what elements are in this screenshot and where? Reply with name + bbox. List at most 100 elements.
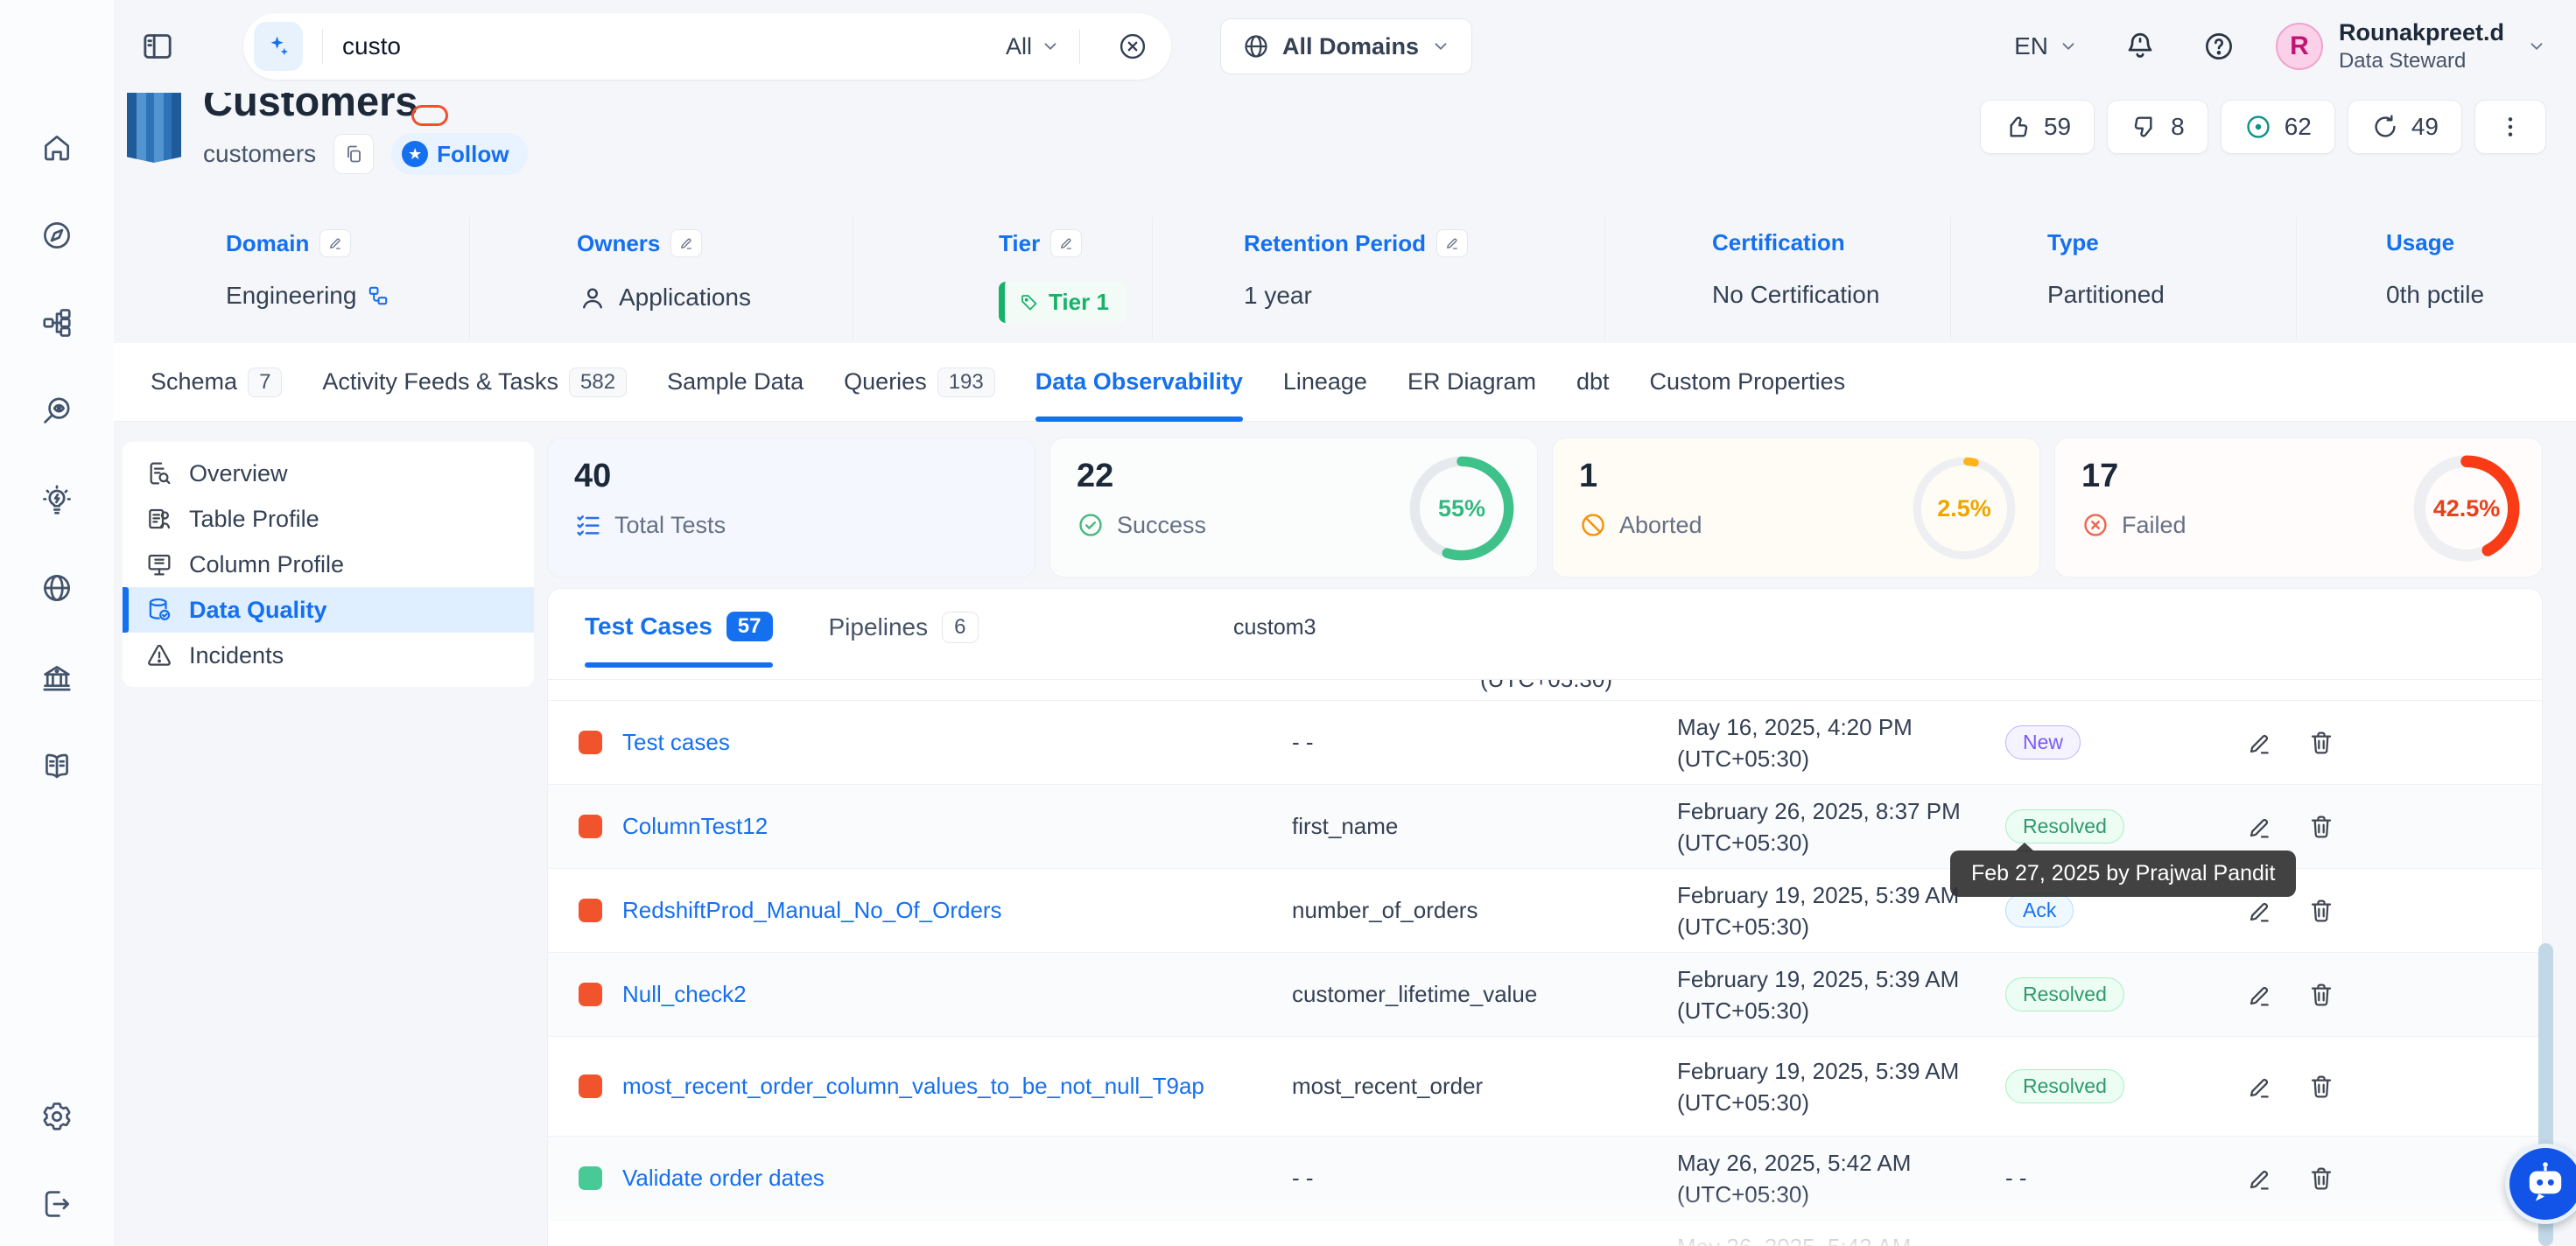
versions-button[interactable]: 49 [2348,100,2462,154]
search-input[interactable] [342,32,1006,60]
views-button[interactable]: 62 [2221,100,2335,154]
table-row[interactable]: number_of_orders_column_values_to_be_ nu… [548,1221,2542,1246]
entity-tab-bar: Schema7 Activity Feeds & Tasks582 Sample… [114,343,2576,422]
tab-sample-data[interactable]: Sample Data [667,343,804,422]
delete-icon[interactable] [2307,813,2335,841]
table-row[interactable]: Null_check2 customer_lifetime_value Febr… [548,953,2542,1037]
test-case-link[interactable]: ColumnTest12 [622,811,1235,842]
x-circle-icon [2081,511,2109,539]
metadata-certification: Certification No Certification [1604,217,1950,340]
redshift-table-icon [127,80,181,163]
table-row[interactable]: Validate order dates - - May 26, 2025, 5… [548,1137,2542,1221]
status-badge: Ack [2005,893,2074,928]
test-case-link[interactable]: Test cases [622,727,1235,758]
data-quality-db-check-icon [145,596,173,624]
logout-icon[interactable] [40,1187,74,1221]
language-dropdown[interactable]: EN [2014,32,2078,60]
test-case-link[interactable]: most_recent_order_column_values_to_be_no… [622,1071,1235,1102]
edit-icon[interactable] [1050,229,1082,257]
subnav-data-quality[interactable]: Data Quality [123,587,534,633]
delete-icon[interactable] [2307,897,2335,925]
user-menu[interactable]: Rounakpreet.d Data Steward [2339,18,2504,74]
explore-compass-icon[interactable] [40,219,74,252]
status-badge: Resolved [2005,809,2124,844]
more-menu-button[interactable] [2474,100,2546,154]
success-donut: 55% [1407,454,1516,563]
test-summary-cards: 40 Total Tests 22 Success 55% 1 Aborted … [547,438,2543,578]
glossary-book-icon[interactable] [40,749,74,782]
edit-icon[interactable] [2246,813,2274,841]
edit-icon[interactable] [670,229,702,257]
domains-filter-dropdown[interactable]: All Domains [1220,18,1472,74]
status-badge: - - [2005,1165,2027,1192]
test-case-link[interactable]: Null_check2 [622,979,1235,1010]
entity-metadata-bar: Domain Engineering Owners Applications T… [114,217,2576,340]
global-search-bar[interactable]: All [243,13,1171,80]
subnav-table-profile[interactable]: Table Profile [123,496,534,542]
test-status-indicator [579,899,602,922]
tab-pipelines[interactable]: Pipelines6 [829,612,979,669]
delete-icon[interactable] [2307,1073,2335,1101]
downvote-button[interactable]: 8 [2107,100,2208,154]
tab-queries[interactable]: Queries193 [844,343,995,422]
column-profile-icon [145,550,173,578]
summary-card-success: 22 Success 55% [1049,438,1538,578]
govern-bank-icon[interactable] [40,662,74,695]
chat-bot-button[interactable] [2505,1144,2576,1224]
tab-lineage[interactable]: Lineage [1283,343,1367,422]
test-cases-panel: Test Cases57 Pipelines6 custom3 (UTC+05:… [547,588,2543,1246]
follow-button[interactable]: ★ Follow [391,133,528,175]
test-case-link[interactable]: Validate order dates [622,1163,1235,1194]
ai-sparkle-icon[interactable] [254,22,303,71]
status-badge: Resolved [2005,1069,2124,1103]
observability-search-eye-icon[interactable] [40,394,74,427]
insights-bulb-icon[interactable] [40,484,74,517]
test-case-link[interactable]: RedshiftProd_Manual_No_Of_Orders [622,895,1235,926]
clear-search-icon[interactable] [1117,31,1148,62]
edit-icon[interactable] [2246,897,2274,925]
edit-icon[interactable] [2246,729,2274,757]
tab-test-cases[interactable]: Test Cases57 [585,612,773,668]
delete-icon[interactable] [2307,729,2335,757]
edit-icon[interactable] [1436,229,1468,257]
subnav-incidents[interactable]: Incidents [123,633,534,678]
delete-icon[interactable] [2307,981,2335,1009]
subnav-column-profile[interactable]: Column Profile [123,542,534,587]
sidebar-toggle-icon[interactable] [140,29,175,64]
chevron-down-icon [2059,37,2078,56]
settings-gear-icon[interactable] [40,1100,74,1133]
summary-card-aborted: 1 Aborted 2.5% [1552,438,2040,578]
notifications-bell-icon[interactable] [2123,30,2157,63]
delete-icon[interactable] [2307,1165,2335,1193]
slash-circle-icon [1579,511,1607,539]
copy-icon[interactable] [333,134,374,174]
search-scope-dropdown[interactable]: All [1006,33,1060,60]
clipped-row: (UTC+05:30) [548,680,2542,701]
edit-icon[interactable] [2246,1073,2274,1101]
tab-er-diagram[interactable]: ER Diagram [1407,343,1536,422]
column-name: customer_lifetime_value [1292,981,1677,1008]
tab-dbt[interactable]: dbt [1576,343,1610,422]
domain-link-icon [367,284,390,307]
home-icon[interactable] [40,131,74,164]
chevron-down-icon[interactable] [2527,37,2546,56]
user-avatar[interactable]: R [2276,23,2323,70]
table-row[interactable]: most_recent_order_column_values_to_be_no… [548,1037,2542,1137]
table-row[interactable]: Test cases - - May 16, 2025, 4:20 PM(UTC… [548,701,2542,785]
tab-custom-properties[interactable]: Custom Properties [1650,343,1846,422]
aborted-donut: 2.5% [1910,454,2018,563]
upvote-button[interactable]: 59 [1980,100,2095,154]
subnav-overview[interactable]: Overview [123,451,534,496]
asset-name: customers [203,140,316,168]
edit-icon[interactable] [319,229,351,257]
tab-activity-feeds[interactable]: Activity Feeds & Tasks582 [322,343,627,422]
edit-icon[interactable] [2246,1165,2274,1193]
tab-schema[interactable]: Schema7 [151,343,282,422]
tab-data-observability[interactable]: Data Observability [1035,343,1243,422]
views-circle-dot-icon [2244,113,2272,141]
lineage-sitemap-icon[interactable] [40,306,74,340]
help-icon[interactable] [2202,30,2236,63]
summary-card-failed: 17 Failed 42.5% [2054,438,2543,578]
edit-icon[interactable] [2246,981,2274,1009]
domains-globe-icon[interactable] [40,571,74,605]
